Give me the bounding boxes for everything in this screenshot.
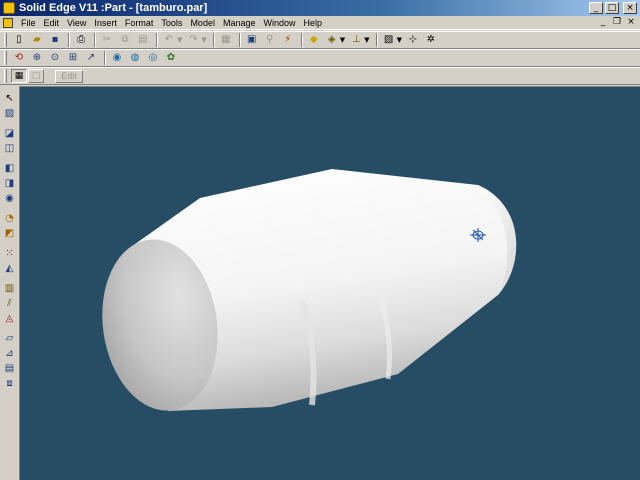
hyperlink-icon[interactable]: ⚲ [262,33,278,48]
toolbar-grip[interactable] [4,33,7,47]
plane-icon[interactable]: ▱ [2,332,17,345]
round-icon[interactable]: ◔ [2,212,17,225]
menu-model[interactable]: Model [186,18,219,28]
redo-icon[interactable]: ↷ [185,33,201,48]
protrusion-icon[interactable]: ◪ [2,127,17,140]
print-icon[interactable]: ⎙ [73,33,89,48]
step-mode-icon[interactable]: ▦ [11,69,27,83]
select-mode-icon[interactable]: ▢ [28,69,44,83]
revolved-cutout-icon[interactable]: ◨ [2,177,17,190]
view-dropdown-icon[interactable]: ▼ [397,36,402,44]
chamfer-icon[interactable]: ◩ [2,227,17,240]
part-copy-icon[interactable]: ⧈ [2,377,17,390]
menu-window[interactable]: Window [259,18,299,28]
document-icon[interactable] [3,17,13,28]
shaded-icon[interactable]: ◉ [109,51,125,66]
sketch-icon[interactable]: ▨ [2,107,17,120]
doc-restore-button[interactable]: ❐ [612,17,622,28]
feature-toolbar: ↖ ▨ ◪ ◫ ◧ ◨ ◉ ◔ ◩ ⁙ ◭ ▥ ⫽ ◬ ▱ ⊿ ▤ ⧈ [0,86,19,480]
cut-icon[interactable]: ✂ [99,33,115,48]
view-icon[interactable]: ▧ [381,33,397,48]
doc-close-button[interactable]: × [626,17,636,28]
new-document-icon[interactable]: ▯ [11,33,27,48]
thin-wall-icon[interactable]: ▥ [2,282,17,295]
revolved-protrusion-icon[interactable]: ◫ [2,142,17,155]
ribbon-bar: ▦ ▢ Edit [0,67,640,85]
redo-dropdown-icon[interactable]: ▼ [201,36,206,44]
paste-icon[interactable]: ▤ [135,33,151,48]
main-toolbar: ▯ ▰ ▪ ⎙ ✂ ⧉ ▤ ↶ ▼ ↷ ▼ ▦ ▣ ⚲ ⚡ ◆ ◈ ▼ ⊥ ▼ … [0,31,640,49]
cutout-icon[interactable]: ◧ [2,162,17,175]
menu-format[interactable]: Format [121,18,158,28]
rotate-icon[interactable]: ⟲ [11,51,27,66]
menu-edit[interactable]: Edit [40,18,64,28]
edit-button[interactable]: Edit [55,69,83,83]
window-title: Solid Edge V11 :Part - [tamburo.par] [19,2,208,14]
menu-help[interactable]: Help [300,18,327,28]
undo-dropdown-icon[interactable]: ▼ [177,36,182,44]
snap-icon[interactable]: ✲ [423,33,439,48]
measure-dropdown-icon[interactable]: ▼ [340,36,345,44]
render-icon[interactable]: ✿ [163,51,179,66]
units-dropdown-icon[interactable]: ▼ [364,36,369,44]
menu-manage[interactable]: Manage [219,18,260,28]
toolbar-grip[interactable] [4,69,7,83]
construction-icon[interactable]: ▤ [2,362,17,375]
model-viewport[interactable] [19,86,640,480]
smart-select-icon[interactable]: ⚡ [280,33,296,48]
menu-bar: File Edit View Insert Format Tools Model… [0,16,640,30]
wireframe-icon[interactable]: ◎ [145,51,161,66]
fit-icon[interactable]: ⊞ [65,51,81,66]
rib-icon[interactable]: ⫽ [2,297,17,310]
measure-icon[interactable]: ◈ [324,33,340,48]
view-toolbar: ⟲ ⊕ ⊙ ⊞ ↗ ◉ ◍ ◎ ✿ [0,49,640,67]
title-bar: Solid Edge V11 :Part - [tamburo.par] _ □… [0,0,640,16]
save-icon[interactable]: ▪ [47,33,63,48]
light-bulb-icon[interactable]: ◆ [306,33,322,48]
menu-insert[interactable]: Insert [90,18,121,28]
toolbar-grip[interactable] [4,51,7,65]
coordinate-system-icon[interactable]: ⊹ [405,33,421,48]
copy-icon[interactable]: ⧉ [117,33,133,48]
paste-special-icon[interactable]: ▦ [218,33,234,48]
maximize-button[interactable]: □ [605,2,619,14]
menu-tools[interactable]: Tools [157,18,186,28]
part-model[interactable] [20,87,640,480]
menu-view[interactable]: View [63,18,90,28]
zoom-icon[interactable]: ⊙ [47,51,63,66]
draft-icon[interactable]: ◬ [2,312,17,325]
shaded-edges-icon[interactable]: ◍ [127,51,143,66]
minimize-button[interactable]: _ [589,2,603,14]
close-button[interactable]: × [623,2,637,14]
open-folder-icon[interactable]: ▰ [29,33,45,48]
solid-edge-app-icon[interactable] [3,2,15,14]
pan-icon[interactable]: ↗ [83,51,99,66]
pattern-icon[interactable]: ⁙ [2,247,17,260]
undo-icon[interactable]: ↶ [161,33,177,48]
axis-icon[interactable]: ⊿ [2,347,17,360]
menu-file[interactable]: File [17,18,40,28]
mirror-icon[interactable]: ◭ [2,262,17,275]
zoom-area-icon[interactable]: ⊕ [29,51,45,66]
doc-minimize-button[interactable]: _ [598,17,608,28]
select-tool-icon[interactable]: ↖ [2,92,17,105]
units-icon[interactable]: ⊥ [348,33,364,48]
save-as-icon[interactable]: ▣ [244,33,260,48]
hole-icon[interactable]: ◉ [2,192,17,205]
